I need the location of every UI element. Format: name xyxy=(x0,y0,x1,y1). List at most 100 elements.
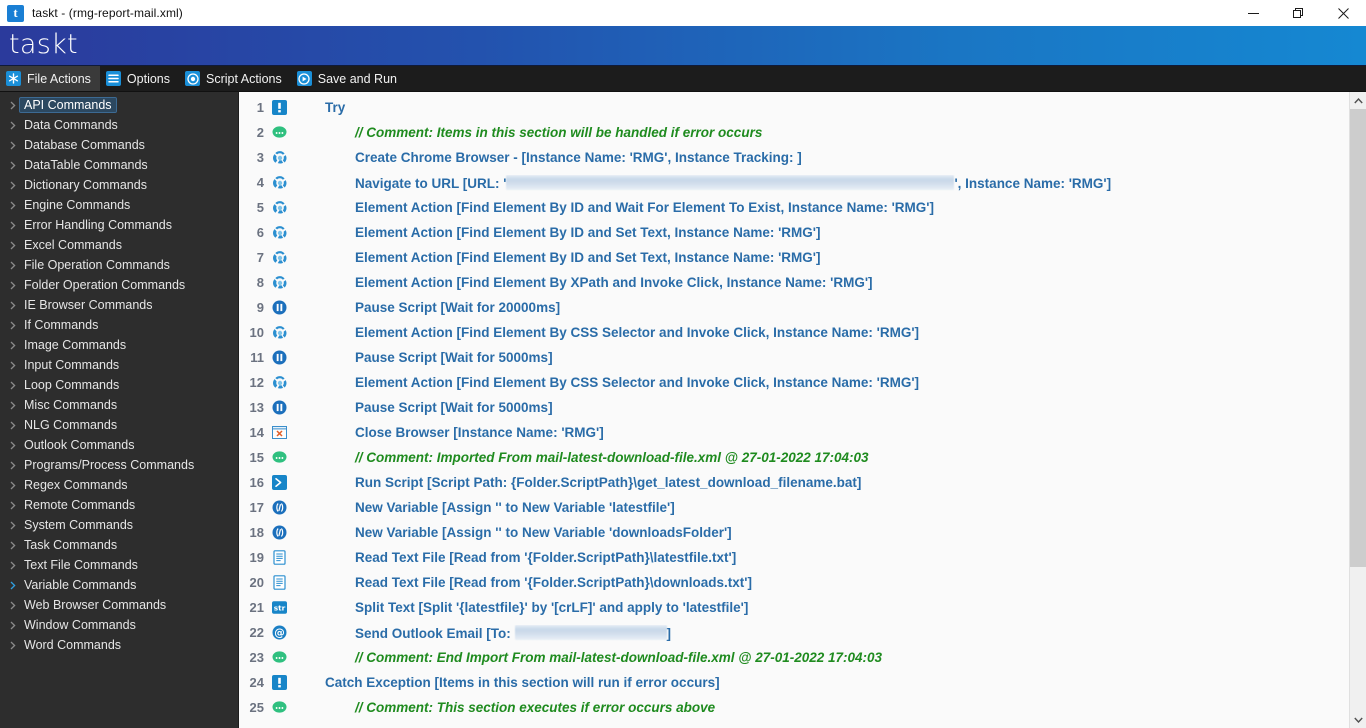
script-row[interactable]: 20 Read Text File [Read from '{Folder.Scr… xyxy=(239,570,1349,595)
chevron-right-icon[interactable] xyxy=(5,241,20,250)
script-row[interactable]: 5 Element Action [Find Element By ID and … xyxy=(239,195,1349,220)
script-row[interactable]: 1 Try xyxy=(239,95,1349,120)
chevron-right-icon[interactable] xyxy=(5,441,20,450)
sidebar-item-if-commands[interactable]: If Commands xyxy=(0,315,238,335)
toolbar-item-file-actions[interactable]: File Actions xyxy=(0,66,100,91)
chevron-right-icon[interactable] xyxy=(5,301,20,310)
variable-icon xyxy=(269,500,297,515)
chevron-right-icon[interactable] xyxy=(5,381,20,390)
chevron-right-icon[interactable] xyxy=(5,621,20,630)
scroll-down-arrow-icon[interactable] xyxy=(1350,711,1366,728)
chevron-right-icon[interactable] xyxy=(5,161,20,170)
sidebar-item-outlook-commands[interactable]: Outlook Commands xyxy=(0,435,238,455)
sidebar-item-engine-commands[interactable]: Engine Commands xyxy=(0,195,238,215)
close-button[interactable] xyxy=(1321,0,1366,26)
script-row[interactable]: 2 // Comment: Items in this section will … xyxy=(239,120,1349,145)
script-row[interactable]: 13 Pause Script [Wait for 5000ms] xyxy=(239,395,1349,420)
chevron-right-icon[interactable] xyxy=(5,601,20,610)
script-row-text: Element Action [Find Element By ID and S… xyxy=(355,225,821,240)
chevron-right-icon[interactable] xyxy=(5,141,20,150)
sidebar-item-variable-commands[interactable]: Variable Commands xyxy=(0,575,238,595)
chevron-right-icon[interactable] xyxy=(5,561,20,570)
sidebar-item-web-browser-commands[interactable]: Web Browser Commands xyxy=(0,595,238,615)
command-category-sidebar[interactable]: API Commands Data Commands Database Comman… xyxy=(0,92,238,728)
chevron-right-icon[interactable] xyxy=(5,461,20,470)
script-row[interactable]: 12 Element Action [Find Element By CSS Se… xyxy=(239,370,1349,395)
chevron-right-icon[interactable] xyxy=(5,101,20,110)
script-row[interactable]: 16 Run Script [Script Path: {Folder.Scrip… xyxy=(239,470,1349,495)
script-row[interactable]: 3 Create Chrome Browser - [Instance Name:… xyxy=(239,145,1349,170)
chevron-right-icon[interactable] xyxy=(5,341,20,350)
script-row[interactable]: 7 Element Action [Find Element By ID and … xyxy=(239,245,1349,270)
sidebar-item-regex-commands[interactable]: Regex Commands xyxy=(0,475,238,495)
chevron-right-icon[interactable] xyxy=(5,481,20,490)
restore-button[interactable] xyxy=(1276,0,1321,26)
script-row[interactable]: 18 New Variable [Assign '' to New Variabl… xyxy=(239,520,1349,545)
sidebar-item-data-commands[interactable]: Data Commands xyxy=(0,115,238,135)
script-vertical-scrollbar[interactable] xyxy=(1349,92,1366,728)
chevron-right-icon[interactable] xyxy=(5,641,20,650)
script-row[interactable]: 23 // Comment: End Import From mail-lates… xyxy=(239,645,1349,670)
script-row[interactable]: 9 Pause Script [Wait for 20000ms] xyxy=(239,295,1349,320)
scroll-up-arrow-icon[interactable] xyxy=(1350,92,1366,109)
sidebar-item-image-commands[interactable]: Image Commands xyxy=(0,335,238,355)
scrollbar-track[interactable] xyxy=(1350,109,1366,711)
toolbar-item-script-actions[interactable]: Script Actions xyxy=(179,66,291,91)
script-row[interactable]: 15 // Comment: Imported From mail-latest-… xyxy=(239,445,1349,470)
sidebar-item-misc-commands[interactable]: Misc Commands xyxy=(0,395,238,415)
script-row[interactable]: 21 str Split Text [Split '{latestfile}' by… xyxy=(239,595,1349,620)
chevron-right-icon[interactable] xyxy=(5,541,20,550)
chevron-right-icon[interactable] xyxy=(5,221,20,230)
chevron-right-icon[interactable] xyxy=(5,501,20,510)
sidebar-item-system-commands[interactable]: System Commands xyxy=(0,515,238,535)
script-row[interactable]: 22 @ Send Outlook Email [To: ] xyxy=(239,620,1349,645)
sidebar-item-remote-commands[interactable]: Remote Commands xyxy=(0,495,238,515)
script-row-text: // Comment: Imported From mail-latest-do… xyxy=(355,450,869,465)
script-row[interactable]: 8 Element Action [Find Element By XPath a… xyxy=(239,270,1349,295)
sidebar-item-task-commands[interactable]: Task Commands xyxy=(0,535,238,555)
script-row[interactable]: 10 Element Action [Find Element By CSS Se… xyxy=(239,320,1349,345)
chevron-right-icon[interactable] xyxy=(5,421,20,430)
chevron-right-icon[interactable] xyxy=(5,361,20,370)
sidebar-item-database-commands[interactable]: Database Commands xyxy=(0,135,238,155)
toolbar-label-save-and-run: Save and Run xyxy=(317,71,397,86)
chevron-right-icon[interactable] xyxy=(5,121,20,130)
minimize-button[interactable] xyxy=(1231,0,1276,26)
chevron-right-icon[interactable] xyxy=(5,181,20,190)
textfile-icon xyxy=(269,575,297,590)
sidebar-item-window-commands[interactable]: Window Commands xyxy=(0,615,238,635)
sidebar-item-word-commands[interactable]: Word Commands xyxy=(0,635,238,655)
sidebar-item-loop-commands[interactable]: Loop Commands xyxy=(0,375,238,395)
script-row-list[interactable]: 1 Try 2 // Comment: Items in this section w… xyxy=(239,92,1349,728)
toolbar-item-save-and-run[interactable]: Save and Run xyxy=(291,66,406,91)
chevron-right-icon[interactable] xyxy=(5,261,20,270)
toolbar-item-options[interactable]: Options xyxy=(100,66,179,91)
script-row[interactable]: 14 Close Browser [Instance Name: 'RMG'] xyxy=(239,420,1349,445)
sidebar-item-api-commands[interactable]: API Commands xyxy=(0,95,238,115)
sidebar-item-text-file-commands[interactable]: Text File Commands xyxy=(0,555,238,575)
scrollbar-thumb[interactable] xyxy=(1350,109,1366,567)
sidebar-item-nlg-commands[interactable]: NLG Commands xyxy=(0,415,238,435)
sidebar-item-dictionary-commands[interactable]: Dictionary Commands xyxy=(0,175,238,195)
script-row[interactable]: 4 Navigate to URL [URL: ' ', Instance Name… xyxy=(239,170,1349,195)
script-row[interactable]: 19 Read Text File [Read from '{Folder.Scr… xyxy=(239,545,1349,570)
sidebar-item-ie-browser-commands[interactable]: IE Browser Commands xyxy=(0,295,238,315)
sidebar-item-file-operation-commands[interactable]: File Operation Commands xyxy=(0,255,238,275)
sidebar-item-folder-operation-commands[interactable]: Folder Operation Commands xyxy=(0,275,238,295)
script-row[interactable]: 17 New Variable [Assign '' to New Variabl… xyxy=(239,495,1349,520)
script-row[interactable]: 24 Catch Exception [Items in this section… xyxy=(239,670,1349,695)
chevron-right-icon[interactable] xyxy=(5,401,20,410)
script-row[interactable]: 6 Element Action [Find Element By ID and … xyxy=(239,220,1349,245)
chevron-right-icon[interactable] xyxy=(5,281,20,290)
sidebar-item-error-handling-commands[interactable]: Error Handling Commands xyxy=(0,215,238,235)
chevron-right-icon[interactable] xyxy=(5,581,20,590)
sidebar-item-datatable-commands[interactable]: DataTable Commands xyxy=(0,155,238,175)
script-row[interactable]: 11 Pause Script [Wait for 5000ms] xyxy=(239,345,1349,370)
chevron-right-icon[interactable] xyxy=(5,321,20,330)
sidebar-item-excel-commands[interactable]: Excel Commands xyxy=(0,235,238,255)
sidebar-item-programs-process-commands[interactable]: Programs/Process Commands xyxy=(0,455,238,475)
script-row[interactable]: 25 // Comment: This section executes if e… xyxy=(239,695,1349,720)
chevron-right-icon[interactable] xyxy=(5,201,20,210)
sidebar-item-input-commands[interactable]: Input Commands xyxy=(0,355,238,375)
chevron-right-icon[interactable] xyxy=(5,521,20,530)
